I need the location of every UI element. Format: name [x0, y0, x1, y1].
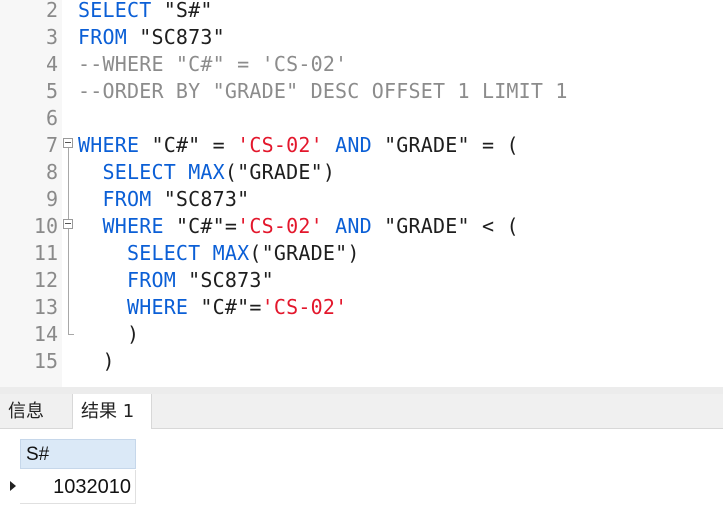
- code-line[interactable]: 11 SELECT MAX("GRADE"): [0, 240, 723, 267]
- code-text: WHERE "C#" = 'CS-02' AND "GRADE" = (: [78, 132, 519, 159]
- sql-text: ("GRADE"): [249, 241, 360, 265]
- code-line[interactable]: 4 --WHERE "C#" = 'CS-02': [0, 51, 723, 78]
- code-line[interactable]: 13 WHERE "C#"='CS-02': [0, 294, 723, 321]
- line-number: 4: [45, 52, 58, 76]
- code-text: FROM "SC873": [78, 186, 249, 213]
- line-number: 12: [33, 268, 58, 292]
- sql-text: "GRADE" = (: [371, 133, 519, 157]
- code-text: --ORDER BY "GRADE" DESC OFFSET 1 LIMIT 1: [78, 78, 568, 105]
- code-line[interactable]: 5 --ORDER BY "GRADE" DESC OFFSET 1 LIMIT …: [0, 78, 723, 105]
- sql-keyword: FROM: [78, 25, 127, 49]
- code-text: FROM "SC873": [78, 24, 225, 51]
- code-line[interactable]: 9 FROM "SC873": [0, 186, 723, 213]
- code-line[interactable]: 2 SELECT "S#": [0, 0, 723, 24]
- sql-keyword: SELECT: [126, 241, 201, 265]
- line-number: 6: [45, 106, 58, 130]
- sql-keyword: MAX: [188, 160, 225, 184]
- sql-text: "SC873": [151, 187, 250, 211]
- sql-keyword: SELECT: [102, 160, 176, 184]
- sql-text: "GRADE" < (: [371, 214, 519, 238]
- pane-splitter[interactable]: [0, 387, 723, 394]
- sql-text: ): [78, 322, 140, 346]
- code-text: WHERE "C#"='CS-02' AND "GRADE" < (: [78, 213, 519, 240]
- code-text: SELECT MAX("GRADE"): [78, 240, 360, 267]
- sql-string: 'CS-02': [237, 133, 323, 157]
- code-text: SELECT "S#": [78, 0, 213, 24]
- code-text: ): [78, 348, 115, 375]
- line-number: 15: [33, 349, 58, 373]
- fold-guide: [68, 148, 69, 219]
- code-line[interactable]: 3 FROM "SC873": [0, 24, 723, 51]
- sql-string: 'CS-02': [237, 214, 323, 238]
- fold-guide-end: [68, 334, 74, 335]
- sql-keyword: AND: [335, 214, 372, 238]
- code-text: SELECT MAX("GRADE"): [78, 159, 335, 186]
- sql-keyword: WHERE: [102, 214, 164, 238]
- sql-text: "S#": [151, 0, 213, 22]
- code-line[interactable]: 10 WHERE "C#"='CS-02' AND "GRADE" < (: [0, 213, 723, 240]
- sql-keyword: MAX: [212, 241, 250, 265]
- sql-keyword: FROM: [102, 187, 152, 211]
- line-number: 13: [33, 295, 58, 319]
- code-line[interactable]: 15 ): [0, 348, 723, 375]
- code-line[interactable]: 12 FROM "SC873": [0, 267, 723, 294]
- current-row-indicator-icon: [10, 481, 16, 491]
- result-grid: S# 1032010: [0, 429, 723, 521]
- sql-keyword: WHERE: [78, 133, 140, 157]
- sql-string: 'CS-02': [261, 295, 348, 319]
- sql-text: "C#"=: [163, 214, 238, 238]
- code-line[interactable]: 7 WHERE "C#" = 'CS-02' AND "GRADE" = (: [0, 132, 723, 159]
- code-line[interactable]: 14 ): [0, 321, 723, 348]
- line-number: 8: [45, 160, 58, 184]
- line-number: 3: [45, 25, 58, 49]
- result-tabbar: 信息 结果 1: [0, 394, 723, 429]
- sql-keyword: AND: [335, 133, 372, 157]
- sql-text: ): [78, 349, 115, 373]
- line-number: 14: [33, 322, 58, 346]
- code-line[interactable]: 6: [0, 105, 723, 132]
- fold-toggle-icon[interactable]: [63, 219, 73, 229]
- sql-text: "C#"=: [188, 295, 262, 319]
- line-number: 10: [33, 214, 58, 238]
- sql-text: ("GRADE"): [224, 160, 336, 184]
- table-cell[interactable]: 1032010: [20, 470, 136, 504]
- line-number: 5: [45, 79, 58, 103]
- code-text: FROM "SC873": [78, 267, 274, 294]
- tab-result-1[interactable]: 结果 1: [72, 394, 152, 429]
- fold-guide: [68, 229, 69, 334]
- tab-info[interactable]: 信息: [0, 394, 72, 429]
- sql-text: "SC873": [126, 25, 225, 49]
- line-number: 7: [45, 133, 58, 157]
- sql-comment: --ORDER BY "GRADE" DESC OFFSET 1 LIMIT 1: [78, 79, 568, 103]
- code-text: ): [78, 321, 139, 348]
- sql-text: "SC873": [175, 268, 274, 292]
- sql-editor[interactable]: 2 SELECT "S#" 3 FROM "SC873" 4 --WHERE "C#" =…: [0, 0, 723, 387]
- code-text: WHERE "C#"='CS-02': [78, 294, 347, 321]
- sql-keyword: SELECT: [78, 0, 152, 22]
- line-number: 9: [45, 187, 58, 211]
- code-line[interactable]: 8 SELECT MAX("GRADE"): [0, 159, 723, 186]
- column-header[interactable]: S#: [20, 439, 136, 469]
- sql-keyword: WHERE: [126, 295, 189, 319]
- line-number: 11: [33, 241, 58, 265]
- sql-keyword: FROM: [126, 268, 176, 292]
- line-number: 2: [45, 0, 58, 22]
- fold-toggle-icon[interactable]: [63, 138, 73, 148]
- code-text: --WHERE "C#" = 'CS-02': [78, 51, 347, 78]
- sql-text: "C#" =: [139, 133, 238, 157]
- sql-comment: --WHERE "C#" = 'CS-02': [78, 52, 348, 76]
